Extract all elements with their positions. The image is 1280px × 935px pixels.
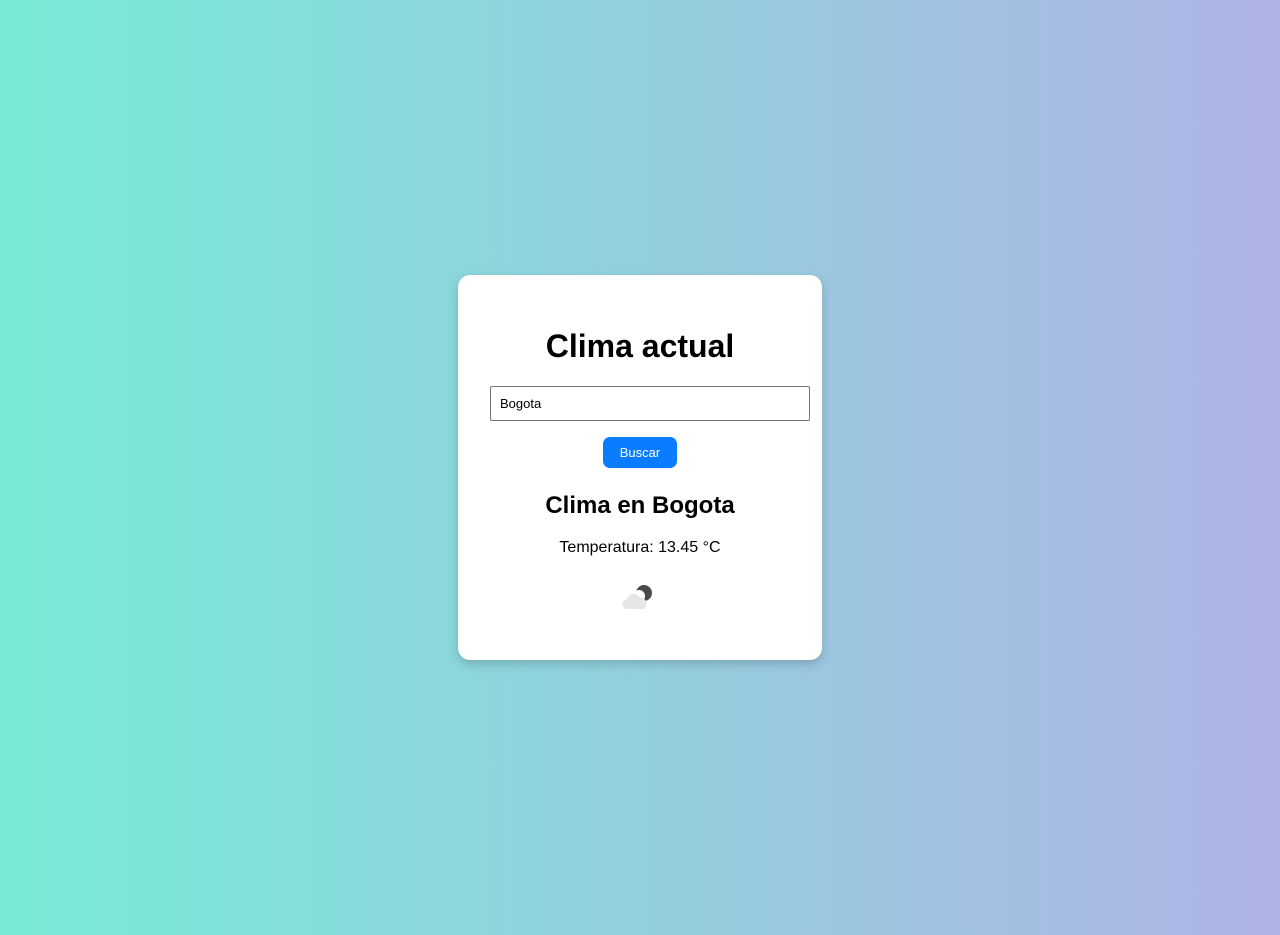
weather-result-title: Clima en Bogota <box>545 492 735 519</box>
temperature-text: Temperatura: 13.45 °C <box>559 539 721 556</box>
cloudy-night-icon <box>622 585 652 609</box>
city-search-input[interactable] <box>490 386 810 421</box>
search-button[interactable]: Buscar <box>603 437 677 468</box>
page-title: Clima actual <box>545 328 735 364</box>
weather-card: Clima actual Buscar Clima en Bogota Temp… <box>458 275 822 660</box>
